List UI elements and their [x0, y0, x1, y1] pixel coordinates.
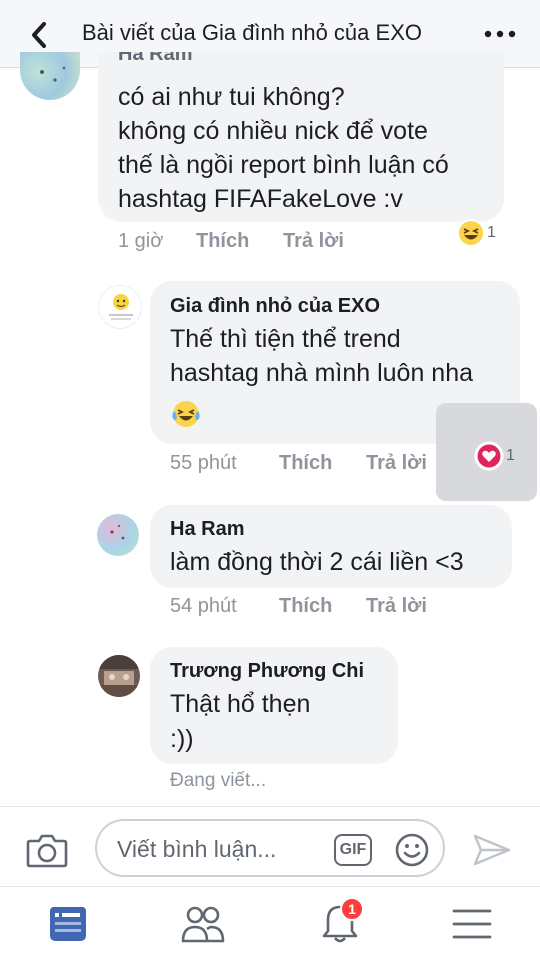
- notifications-tab[interactable]: 1: [320, 897, 366, 945]
- comment-author[interactable]: Trương Phương Chi: [170, 660, 364, 683]
- avatar-image: [98, 655, 140, 697]
- like-link[interactable]: Thích: [196, 230, 249, 253]
- comment-text-line: làm đồng thời 2 cái liền <3: [170, 548, 464, 576]
- reaction-count: 1: [487, 224, 496, 241]
- gif-button[interactable]: GIF: [334, 834, 372, 866]
- comment-input[interactable]: Viết bình luận... GIF: [95, 819, 445, 877]
- avatar-image: [40, 66, 66, 82]
- comment-text-line: Thế thì tiện thể trend: [170, 325, 401, 353]
- more-options-icon[interactable]: [482, 22, 518, 46]
- news-feed-icon[interactable]: [48, 903, 88, 945]
- notification-badge: 1: [340, 897, 364, 921]
- page-title: Bài viết của Gia đình nhỏ của EXO: [82, 20, 422, 45]
- comment-timestamp: 55 phút: [170, 452, 237, 474]
- tears-of-joy-emoji: [172, 401, 200, 427]
- avatar[interactable]: [97, 514, 139, 556]
- comment-text-line: thế là ngồi report bình luận có: [118, 151, 449, 179]
- reaction-count: 1: [506, 447, 515, 464]
- reaction-summary[interactable]: 1: [474, 441, 515, 471]
- comment-composer: Viết bình luận... GIF: [0, 806, 540, 886]
- comment-text-line: hashtag FIFAFakeLove :v: [118, 185, 403, 213]
- menu-icon[interactable]: [452, 903, 492, 945]
- reaction-summary[interactable]: 1: [457, 219, 496, 247]
- comment-text-line: không có nhiều nick để vote: [118, 117, 428, 145]
- comment-text-line: :)): [170, 725, 194, 753]
- comment-author[interactable]: Ha Ram: [170, 518, 244, 541]
- send-icon[interactable]: [472, 833, 512, 867]
- haha-icon: [457, 219, 485, 247]
- comment-text-line: Thật hổ thẹn: [170, 690, 311, 718]
- avatar-image: [109, 294, 133, 320]
- comment-author[interactable]: Ha Ram: [118, 52, 192, 66]
- avatar[interactable]: [20, 52, 80, 100]
- comment-text-line: hashtag nhà mình luôn nha: [170, 359, 474, 387]
- sticker-smiley-icon[interactable]: [394, 832, 430, 868]
- reply-link[interactable]: Trả lời: [283, 230, 344, 253]
- like-link[interactable]: Thích: [279, 595, 332, 618]
- comment-timestamp: 1 giờ: [118, 230, 164, 252]
- love-icon: [474, 441, 504, 471]
- comment-text-line: có ai như tui không?: [118, 83, 345, 111]
- avatar-image: [110, 524, 125, 540]
- bottom-nav-bar: 1: [0, 886, 540, 960]
- camera-icon[interactable]: [26, 831, 68, 869]
- like-link[interactable]: Thích: [279, 452, 332, 475]
- comment-input-placeholder: Viết bình luận...: [117, 836, 277, 862]
- friends-icon[interactable]: [180, 903, 226, 945]
- reply-link[interactable]: Trả lời: [366, 452, 427, 475]
- avatar[interactable]: [98, 655, 140, 697]
- reply-link[interactable]: Trả lời: [366, 595, 427, 618]
- comment-timestamp: 54 phút: [170, 595, 237, 617]
- back-arrow-icon[interactable]: [26, 20, 54, 50]
- page-avatar[interactable]: [98, 285, 142, 329]
- comment-author[interactable]: Gia đình nhỏ của EXO: [170, 295, 380, 318]
- typing-indicator: Đang viết...: [170, 770, 267, 791]
